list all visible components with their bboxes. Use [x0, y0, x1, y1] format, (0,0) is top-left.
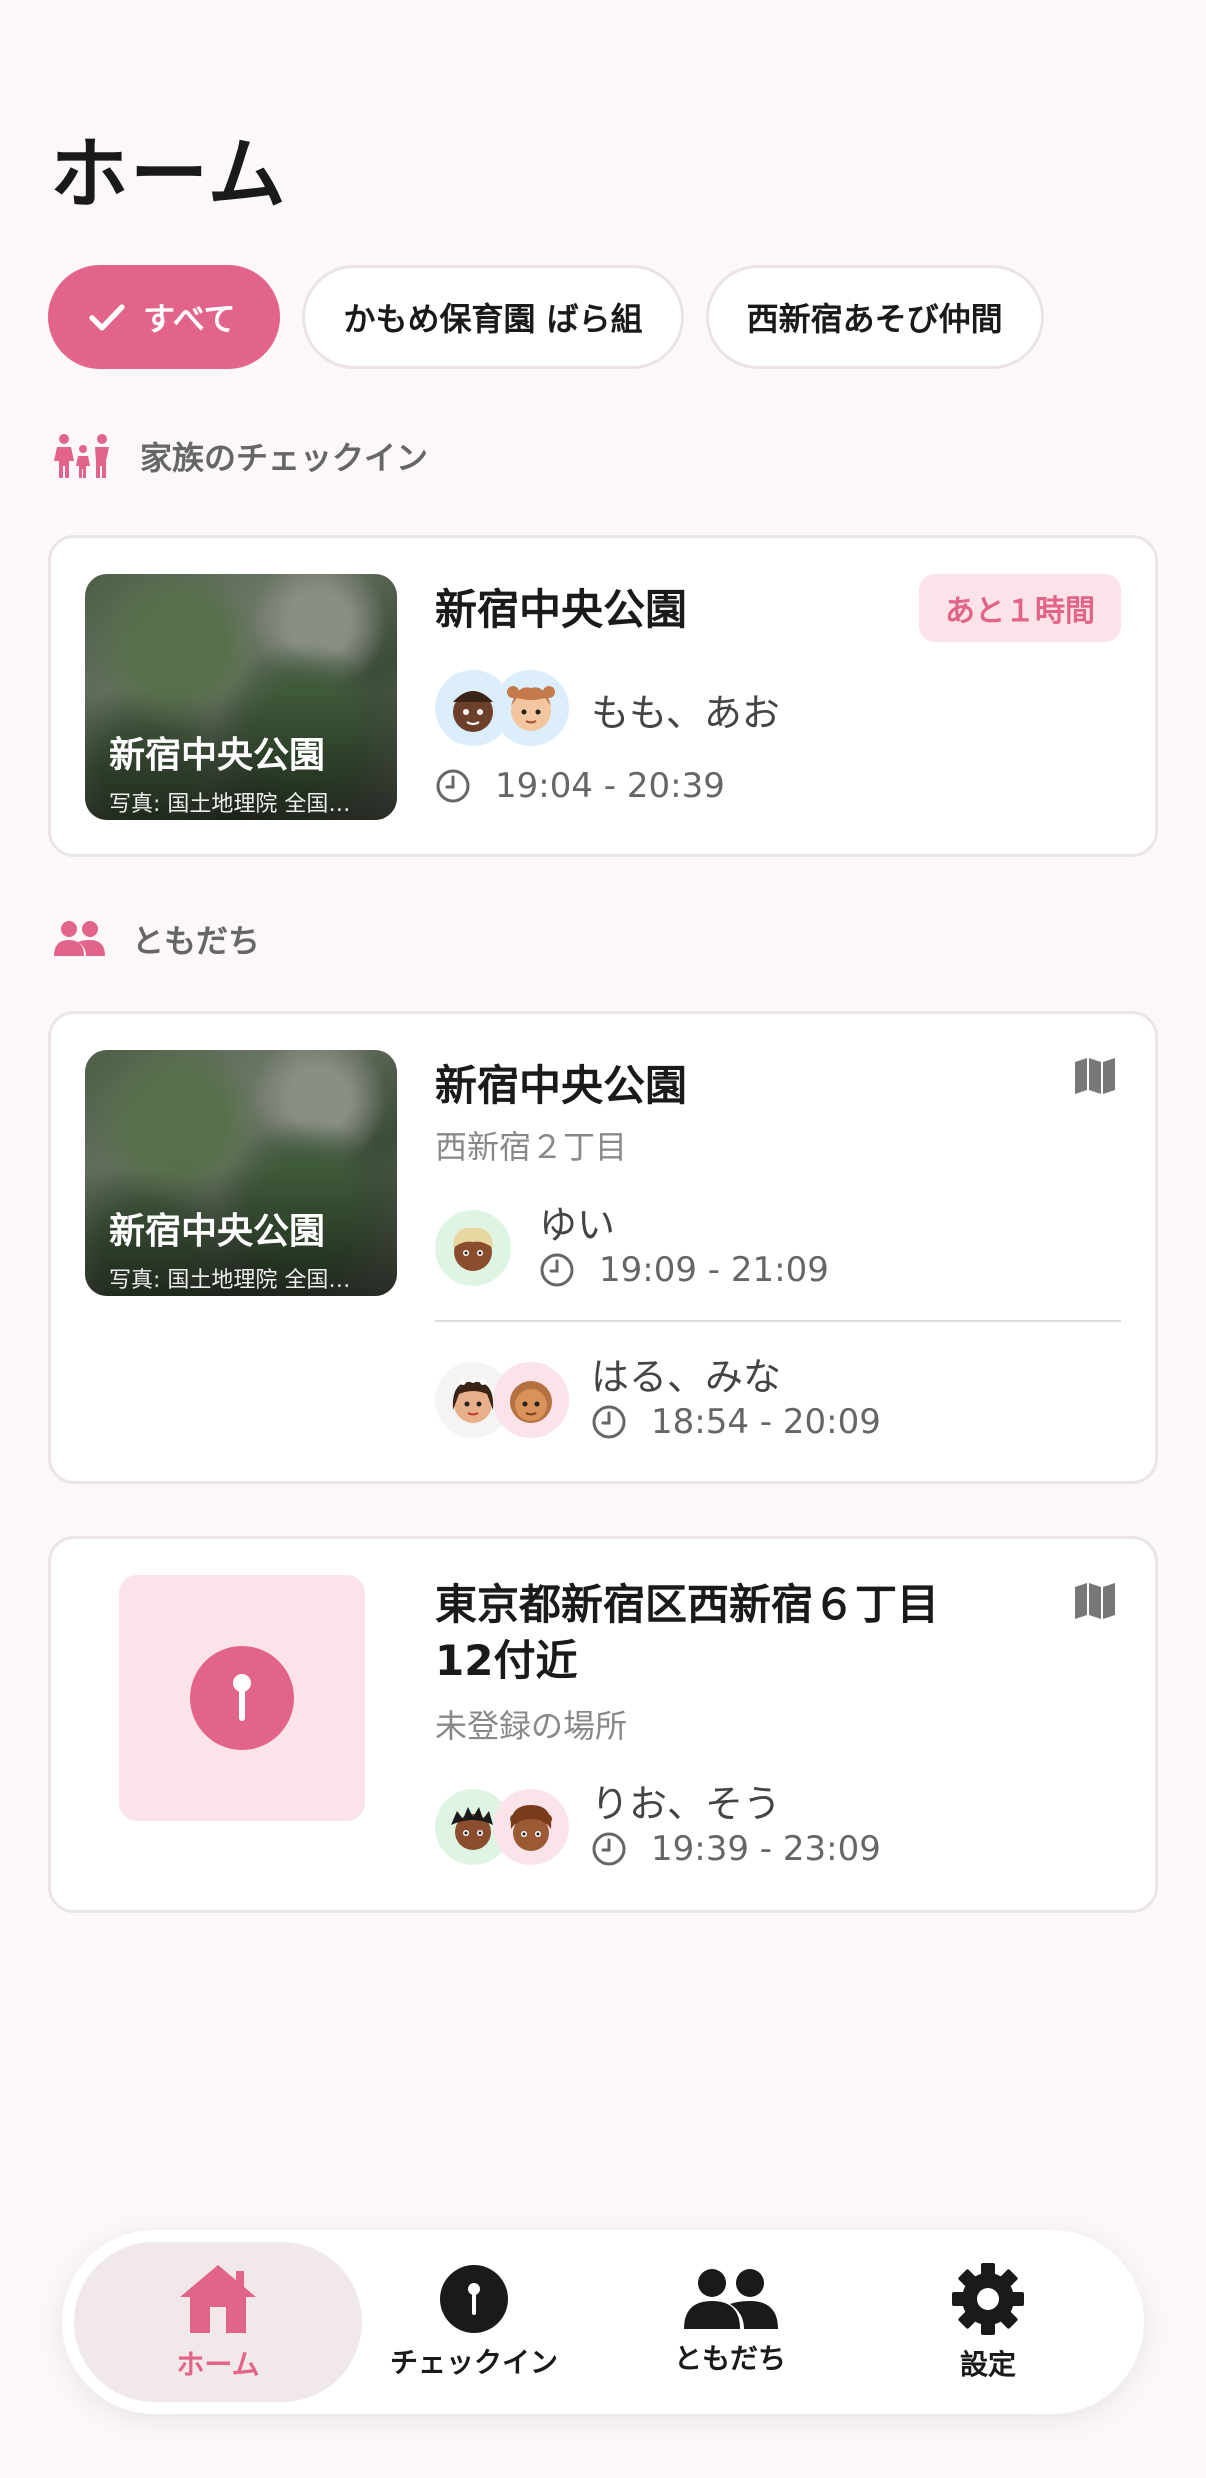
photo-place-label: 新宿中央公園 [109, 735, 326, 776]
filter-chip-all[interactable]: すべて [48, 265, 281, 369]
family-section-title: 家族のチェックイン [140, 439, 429, 477]
clock-icon [592, 1832, 626, 1866]
tab-label: 設定 [959, 2348, 1016, 2381]
tab-label: チェックイン [389, 2346, 558, 2379]
place-photo: 新宿中央公園 写真: 国土地理院 全国最新写真 [85, 1050, 397, 1296]
friends-icon [684, 2269, 778, 2329]
location-pin-icon [190, 1646, 294, 1750]
filter-chips: すべて かもめ保育園 ばら組 西新宿あそび仲間 [48, 265, 1044, 369]
remaining-time-badge: あと１時間 [919, 574, 1121, 642]
checkmark-icon [89, 304, 125, 331]
place-address: 西新宿２丁目 [435, 1128, 628, 1166]
photo-credit: 写真: 国土地理院 全国最新写真 [109, 1268, 369, 1293]
clock-icon [436, 769, 470, 803]
avatar [435, 1210, 511, 1286]
family-section-header: 家族のチェックイン [52, 432, 428, 480]
checkin-time: 19:04 - 20:39 [495, 766, 725, 806]
avatar [493, 1362, 569, 1438]
friend-checkin-card[interactable]: 新宿中央公園 写真: 国土地理院 全国最新写真 新宿中央公園 西新宿２丁目 ゆい… [48, 1011, 1158, 1484]
filter-chip-playgroup[interactable]: 西新宿あそび仲間 [705, 265, 1044, 369]
checkin-time: 19:39 - 23:09 [651, 1829, 881, 1869]
checkin-time-row: 19:09 - 21:09 [539, 1250, 829, 1290]
divider [435, 1320, 1121, 1322]
avatar [493, 670, 569, 746]
checkin-names: はる、みな [591, 1355, 782, 1399]
tab-settings[interactable]: 設定 [844, 2242, 1132, 2402]
checkin-time-row: 18:54 - 20:09 [591, 1402, 881, 1442]
place-name: 新宿中央公園 [435, 1061, 688, 1110]
tab-label: ホーム [176, 2348, 260, 2381]
place-name: 東京都新宿区西新宿６丁目12付近 [435, 1580, 940, 1685]
friends-section-header: ともだち [52, 916, 260, 962]
friend-checkin-card[interactable]: 東京都新宿区西新宿６丁目12付近 未登録の場所 りお、そう 19:39 - 23… [48, 1536, 1158, 1913]
map-icon[interactable] [1073, 1056, 1117, 1096]
gear-icon [952, 2263, 1024, 2335]
unregistered-place-image [119, 1575, 365, 1821]
checkin-time: 18:54 - 20:09 [651, 1402, 881, 1442]
tab-friends[interactable]: ともだち [586, 2242, 874, 2402]
filter-chip-label: すべて [143, 300, 236, 338]
home-icon [180, 2265, 256, 2333]
avatar-group [435, 670, 569, 746]
avatar-group [435, 1210, 511, 1286]
family-icon [54, 434, 109, 478]
filter-chip-nursery[interactable]: かもめ保育園 ばら組 [302, 265, 684, 369]
tab-home[interactable]: ホーム [74, 2242, 362, 2402]
checkin-time-row: 19:04 - 20:39 [435, 766, 725, 806]
avatar-group [435, 1362, 569, 1438]
place-status: 未登録の場所 [435, 1707, 628, 1745]
place-name: 新宿中央公園 [435, 585, 688, 634]
bottom-tab-bar: ホーム チェックイン ともだち 設定 [62, 2230, 1144, 2414]
avatar [493, 1789, 569, 1865]
avatar-group [435, 1789, 569, 1865]
clock-icon [540, 1253, 574, 1287]
friends-section-title: ともだち [132, 922, 261, 960]
photo-credit: 写真: 国土地理院 全国最新写真 [109, 792, 369, 817]
place-photo: 新宿中央公園 写真: 国土地理院 全国最新写真 [85, 574, 397, 820]
tab-checkin[interactable]: チェックイン [330, 2242, 618, 2402]
tab-label: ともだち [673, 2342, 786, 2375]
checkin-names: もも、あお [591, 691, 780, 735]
photo-place-label: 新宿中央公園 [109, 1211, 326, 1252]
filter-chip-label: 西新宿あそび仲間 [746, 300, 1003, 338]
filter-chip-label: かもめ保育園 ばら組 [343, 300, 643, 338]
checkin-time: 19:09 - 21:09 [599, 1250, 829, 1290]
family-checkin-card[interactable]: 新宿中央公園 写真: 国土地理院 全国最新写真 新宿中央公園 あと１時間 もも、… [48, 535, 1158, 857]
page-title: ホーム [50, 130, 288, 220]
checkin-names: ゆい [539, 1203, 616, 1247]
checkin-time-row: 19:39 - 23:09 [591, 1829, 881, 1869]
friends-icon [54, 921, 105, 956]
clock-icon [592, 1405, 626, 1439]
map-icon[interactable] [1073, 1581, 1117, 1621]
checkin-pin-icon [440, 2265, 508, 2333]
checkin-names: りお、そう [591, 1782, 782, 1826]
